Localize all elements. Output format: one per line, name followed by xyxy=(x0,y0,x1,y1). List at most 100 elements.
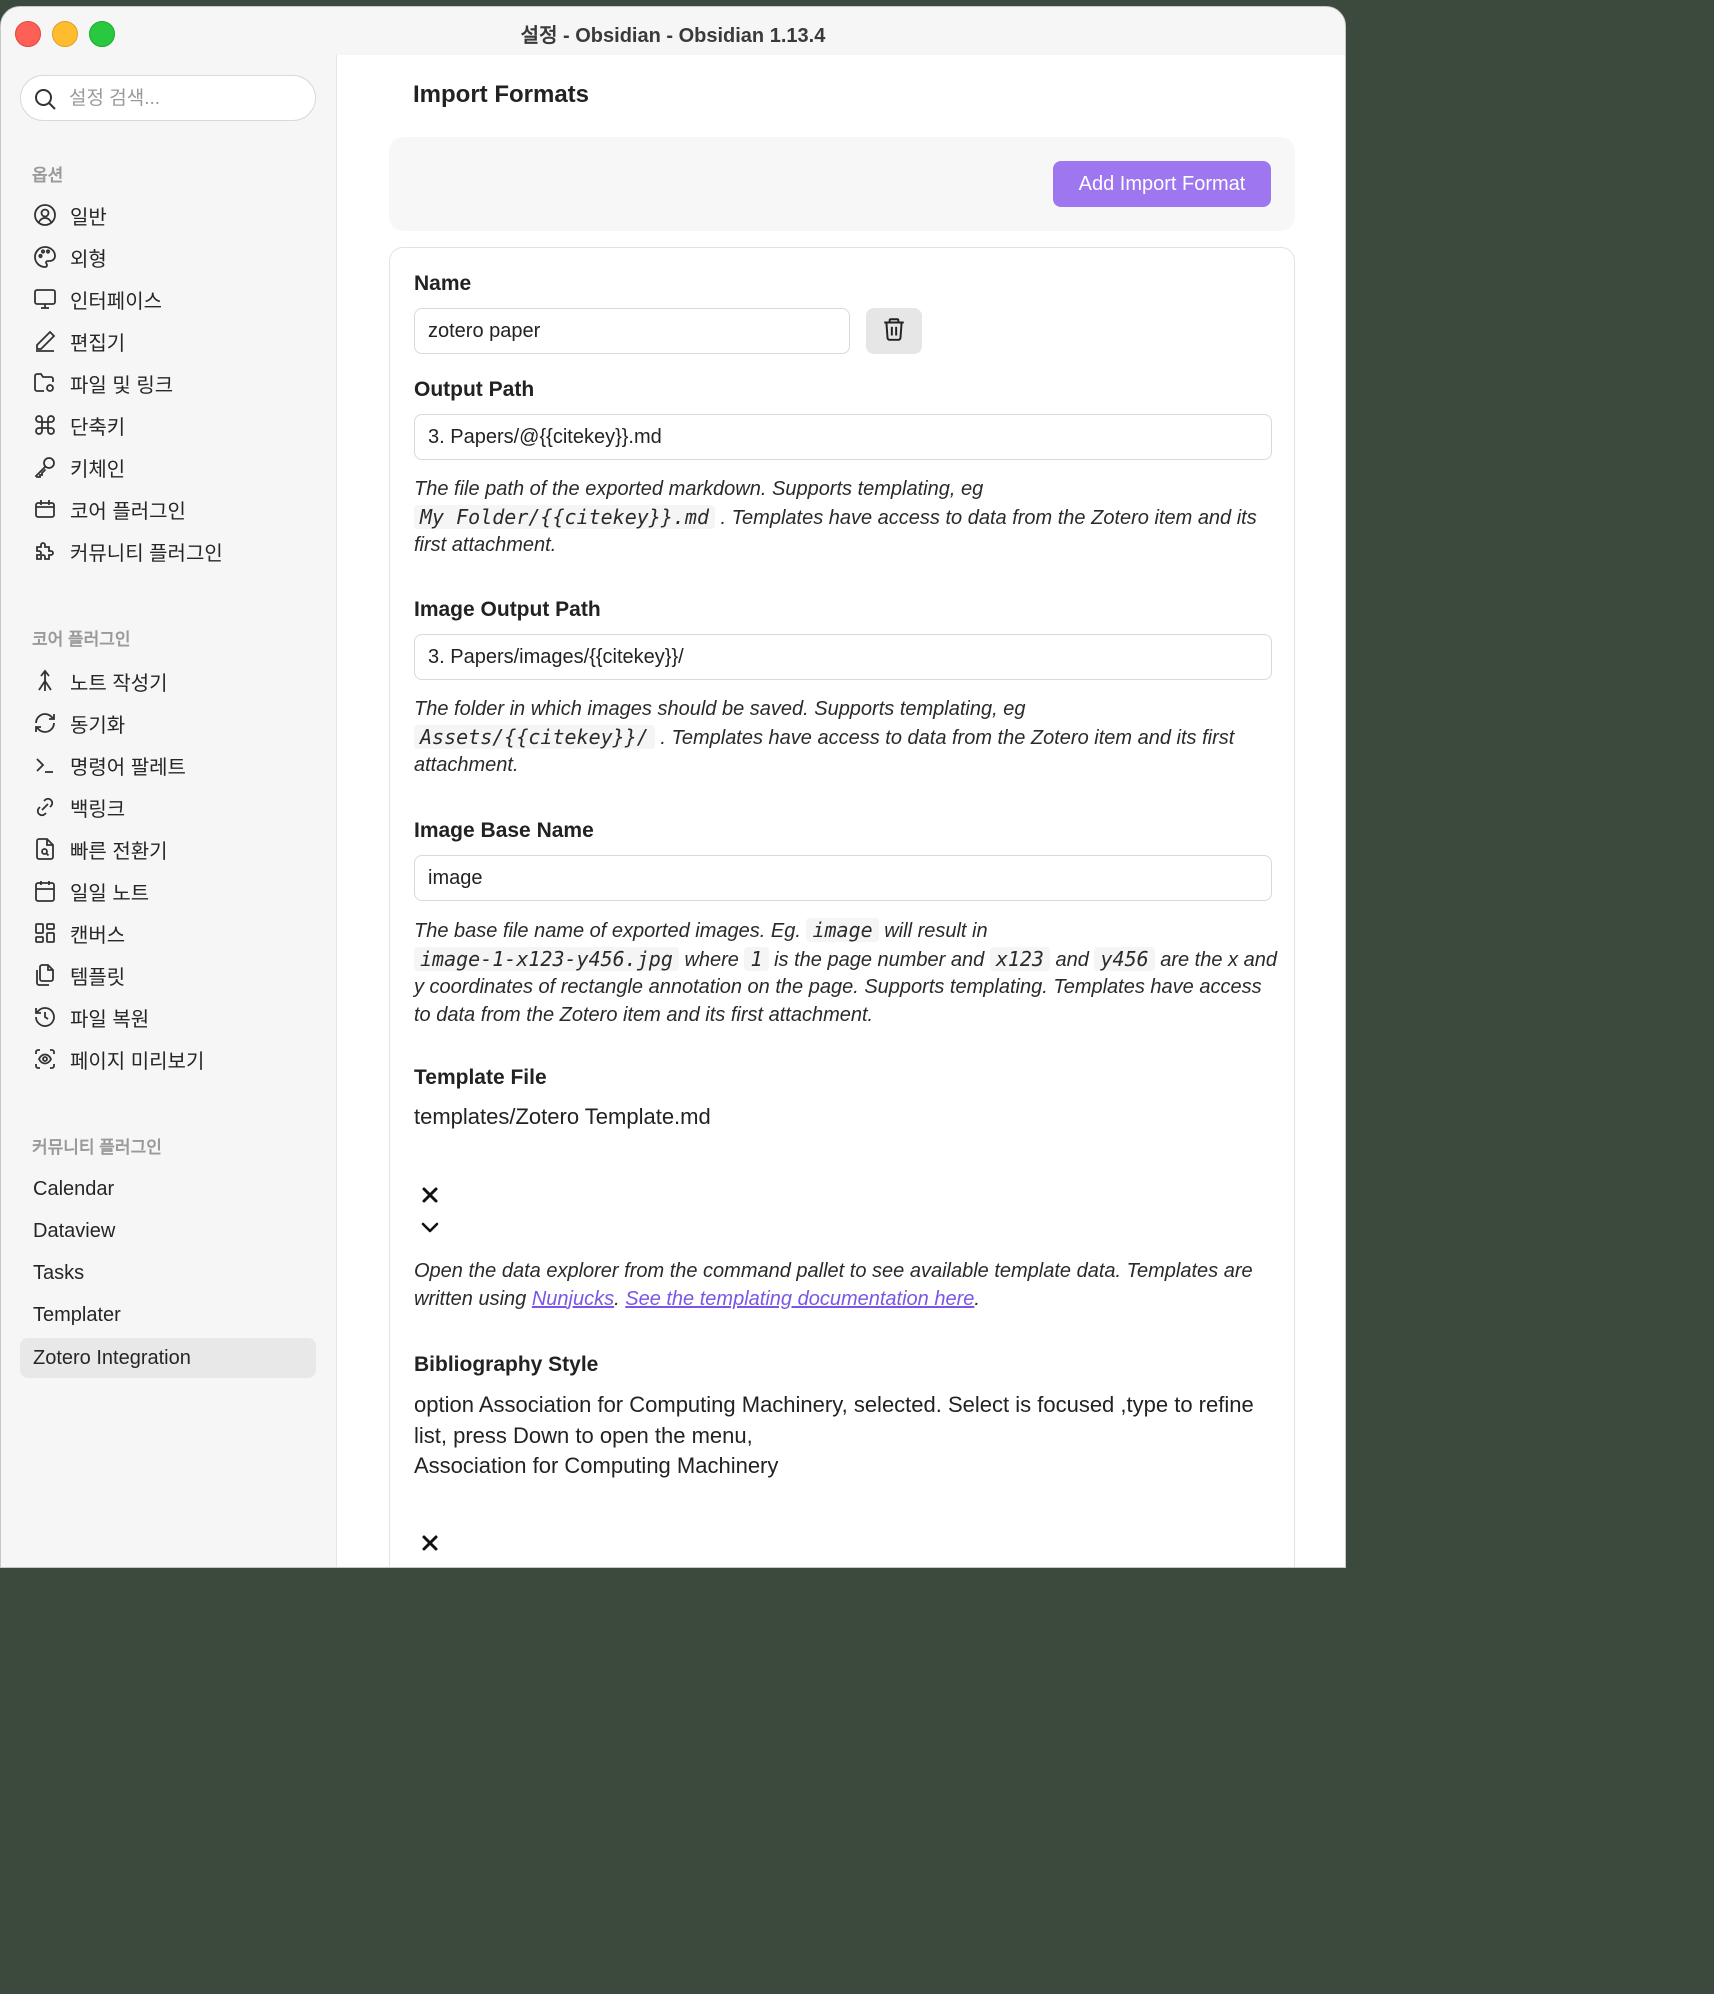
title-bar: 설정 - Obsidian - Obsidian 1.13.4 xyxy=(1,7,1345,56)
sidebar-item-tasks[interactable]: Tasks xyxy=(20,1253,316,1293)
import-format-card: Name Output Path The file path of the ex… xyxy=(389,247,1295,1567)
delete-format-button[interactable] xyxy=(866,308,922,354)
sidebar-item-label: 백링크 xyxy=(70,798,126,821)
sidebar-item-editor[interactable]: 편집기 xyxy=(20,321,316,361)
image-base-name-description: The base file name of exported images. E… xyxy=(414,918,1277,1026)
image-output-path-label: Image Output Path xyxy=(414,598,601,621)
sidebar-item-label: 파일 및 링크 xyxy=(70,374,174,397)
settings-window: 설정 - Obsidian - Obsidian 1.13.4 옵션 일반 외형… xyxy=(0,6,1346,1568)
backlink-icon xyxy=(32,794,58,820)
sidebar-item-files-links[interactable]: 파일 및 링크 xyxy=(20,363,316,403)
scan-eye-icon xyxy=(32,1046,58,1072)
settings-search[interactable] xyxy=(20,75,316,121)
add-format-panel: Add Import Format xyxy=(389,137,1295,231)
output-path-description: The file path of the exported markdown. … xyxy=(414,478,1257,556)
image-output-path-description: The folder in which images should be sav… xyxy=(414,698,1235,776)
sidebar-item-keychain[interactable]: 키체인 xyxy=(20,447,316,487)
inline-code: Assets/{{citekey}}/ xyxy=(414,724,655,749)
sidebar-item-appearance[interactable]: 외형 xyxy=(20,237,316,277)
template-file-description: Open the data explorer from the command … xyxy=(414,1260,1253,1310)
sidebar-item-templater[interactable]: Templater xyxy=(20,1295,316,1335)
chevron-down-icon[interactable] xyxy=(420,1565,440,1567)
sidebar-item-label: 캔버스 xyxy=(70,924,126,947)
sidebar-item-label: 파일 복원 xyxy=(70,1008,150,1031)
user-circle-icon xyxy=(32,202,58,228)
search-input[interactable] xyxy=(67,84,301,114)
inline-code: x123 xyxy=(989,946,1050,971)
nunjucks-link[interactable]: Nunjucks xyxy=(532,1288,614,1310)
sidebar-item-canvas[interactable]: 캔버스 xyxy=(20,913,316,953)
template-file-label: Template File xyxy=(414,1066,547,1089)
refresh-icon xyxy=(32,710,58,736)
layout-dashboard-icon xyxy=(32,920,58,946)
sidebar-item-zotero-integration[interactable]: Zotero Integration xyxy=(20,1338,316,1378)
output-path-field[interactable] xyxy=(414,414,1272,460)
sidebar-item-sync[interactable]: 동기화 xyxy=(20,703,316,743)
pencil-icon xyxy=(32,328,58,354)
sidebar-item-label: 인터페이스 xyxy=(70,290,162,313)
terminal-icon xyxy=(32,752,58,778)
sidebar-item-calendar[interactable]: Calendar xyxy=(20,1169,316,1209)
community-plugins-group-title: 커뮤니티 플러그인 xyxy=(32,1138,162,1157)
files-icon xyxy=(32,962,58,988)
sidebar-item-label: 템플릿 xyxy=(70,966,126,989)
calendar-plug-icon xyxy=(32,496,58,522)
chevron-down-icon[interactable] xyxy=(420,1217,440,1237)
bibliography-style-label: Bibliography Style xyxy=(414,1353,599,1376)
add-import-format-button[interactable]: Add Import Format xyxy=(1053,161,1271,207)
sidebar-item-note-composer[interactable]: 노트 작성기 xyxy=(20,661,316,701)
select-aria-status: option Association for Computing Machine… xyxy=(414,1392,1254,1448)
inline-code: image xyxy=(806,918,879,942)
sidebar-item-quick-switcher[interactable]: 빠른 전환기 xyxy=(20,829,316,869)
history-icon xyxy=(32,1004,58,1030)
name-field[interactable] xyxy=(414,308,850,354)
sidebar-item-templates[interactable]: 템플릿 xyxy=(20,955,316,995)
sidebar-item-command-palette[interactable]: 명령어 팔레트 xyxy=(20,745,316,785)
templating-docs-link[interactable]: See the templating documentation here xyxy=(625,1288,974,1310)
sidebar-item-label: 페이지 미리보기 xyxy=(70,1050,205,1073)
sidebar-item-core-plugins[interactable]: 코어 플러그인 xyxy=(20,489,316,529)
search-icon xyxy=(33,87,57,116)
window-title: 설정 - Obsidian - Obsidian 1.13.4 xyxy=(520,25,826,47)
puzzle-icon xyxy=(32,538,58,564)
image-output-path-field[interactable] xyxy=(414,634,1272,680)
sidebar-item-label: 명령어 팔레트 xyxy=(70,756,186,779)
sidebar-item-daily-notes[interactable]: 일일 노트 xyxy=(20,871,316,911)
command-icon xyxy=(32,412,58,438)
monitor-icon xyxy=(32,286,58,312)
folder-cog-icon xyxy=(32,370,58,396)
sidebar-item-general[interactable]: 일반 xyxy=(20,195,316,235)
trash-icon xyxy=(881,316,907,347)
sidebar-item-community-plugins[interactable]: 커뮤니티 플러그인 xyxy=(20,531,316,571)
name-label: Name xyxy=(414,272,472,295)
inline-code: 1 xyxy=(744,946,769,971)
sidebar-item-label: 빠른 전환기 xyxy=(70,840,168,863)
bibliography-style-select[interactable]: option Association for Computing Machine… xyxy=(414,1390,1284,1482)
sidebar-item-label: 동기화 xyxy=(70,714,126,737)
sidebar-item-hotkeys[interactable]: 단축키 xyxy=(20,405,316,445)
sidebar-item-label: 외형 xyxy=(70,248,107,271)
file-search-icon xyxy=(32,836,58,862)
sidebar-item-page-preview[interactable]: 페이지 미리보기 xyxy=(20,1039,316,1079)
sidebar-item-label: 일반 xyxy=(70,206,107,229)
calendar-icon xyxy=(32,878,58,904)
sidebar-item-backlinks[interactable]: 백링크 xyxy=(20,787,316,827)
template-file-value[interactable]: templates/Zotero Template.md xyxy=(414,1104,711,1130)
clear-icon[interactable] xyxy=(420,1185,440,1205)
sidebar-item-file-recovery[interactable]: 파일 복원 xyxy=(20,997,316,1037)
sidebar-item-label: 코어 플러그인 xyxy=(70,500,186,523)
sidebar-item-interface[interactable]: 인터페이스 xyxy=(20,279,316,319)
clear-icon[interactable] xyxy=(420,1533,440,1553)
sidebar-item-dataview[interactable]: Dataview xyxy=(20,1211,316,1251)
image-base-name-field[interactable] xyxy=(414,855,1272,901)
inline-code: My Folder/{{citekey}}.md xyxy=(414,504,715,529)
sidebar-item-label: 편집기 xyxy=(70,332,126,355)
palette-icon xyxy=(32,244,58,270)
selected-style: Association for Computing Machinery xyxy=(414,1453,779,1478)
sidebar-item-label: 노트 작성기 xyxy=(70,672,168,695)
merge-icon xyxy=(32,668,58,694)
core-plugins-group-title: 코어 플러그인 xyxy=(32,630,131,649)
image-base-name-label: Image Base Name xyxy=(414,819,594,842)
sidebar-item-label: 커뮤니티 플러그인 xyxy=(70,542,223,565)
section-heading: Import Formats xyxy=(413,81,590,108)
